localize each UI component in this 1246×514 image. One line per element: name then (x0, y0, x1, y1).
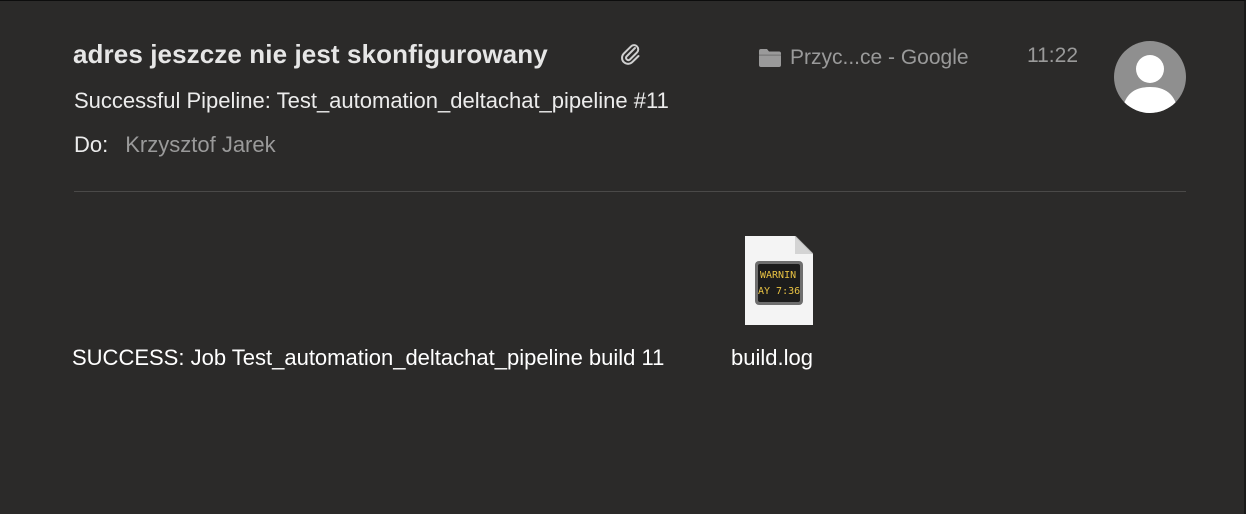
recipient-label: Do: (74, 132, 109, 157)
avatar[interactable] (1114, 41, 1186, 113)
paperclip-icon (619, 41, 641, 67)
file-preview-line-1: WARNIN (760, 270, 796, 281)
header-divider (74, 191, 1186, 192)
recipient-row: Do: Krzysztof Jarek (74, 132, 276, 158)
message-viewer: adres jeszcze nie jest skonfigurowany Pr… (0, 0, 1246, 514)
message-subject: Successful Pipeline: Test_automation_del… (74, 88, 669, 113)
folder-icon (759, 49, 781, 67)
message-time: 11:22 (1027, 44, 1078, 67)
sender-name[interactable]: adres jeszcze nie jest skonfigurowany (73, 39, 548, 70)
console-log-file-icon: WARNIN AY 7:36 (745, 236, 813, 325)
message-body-text: SUCCESS: Job Test_automation_deltachat_p… (72, 345, 665, 370)
attachment-filename: build.log (731, 345, 813, 370)
recipient-name[interactable]: Krzysztof Jarek (125, 132, 275, 158)
person-icon (1122, 55, 1178, 113)
mailbox-name: Przyc...ce - Google (790, 46, 969, 69)
mailbox-label[interactable]: Przyc...ce - Google (758, 45, 969, 71)
file-preview-line-2: AY 7:36 (758, 286, 800, 297)
